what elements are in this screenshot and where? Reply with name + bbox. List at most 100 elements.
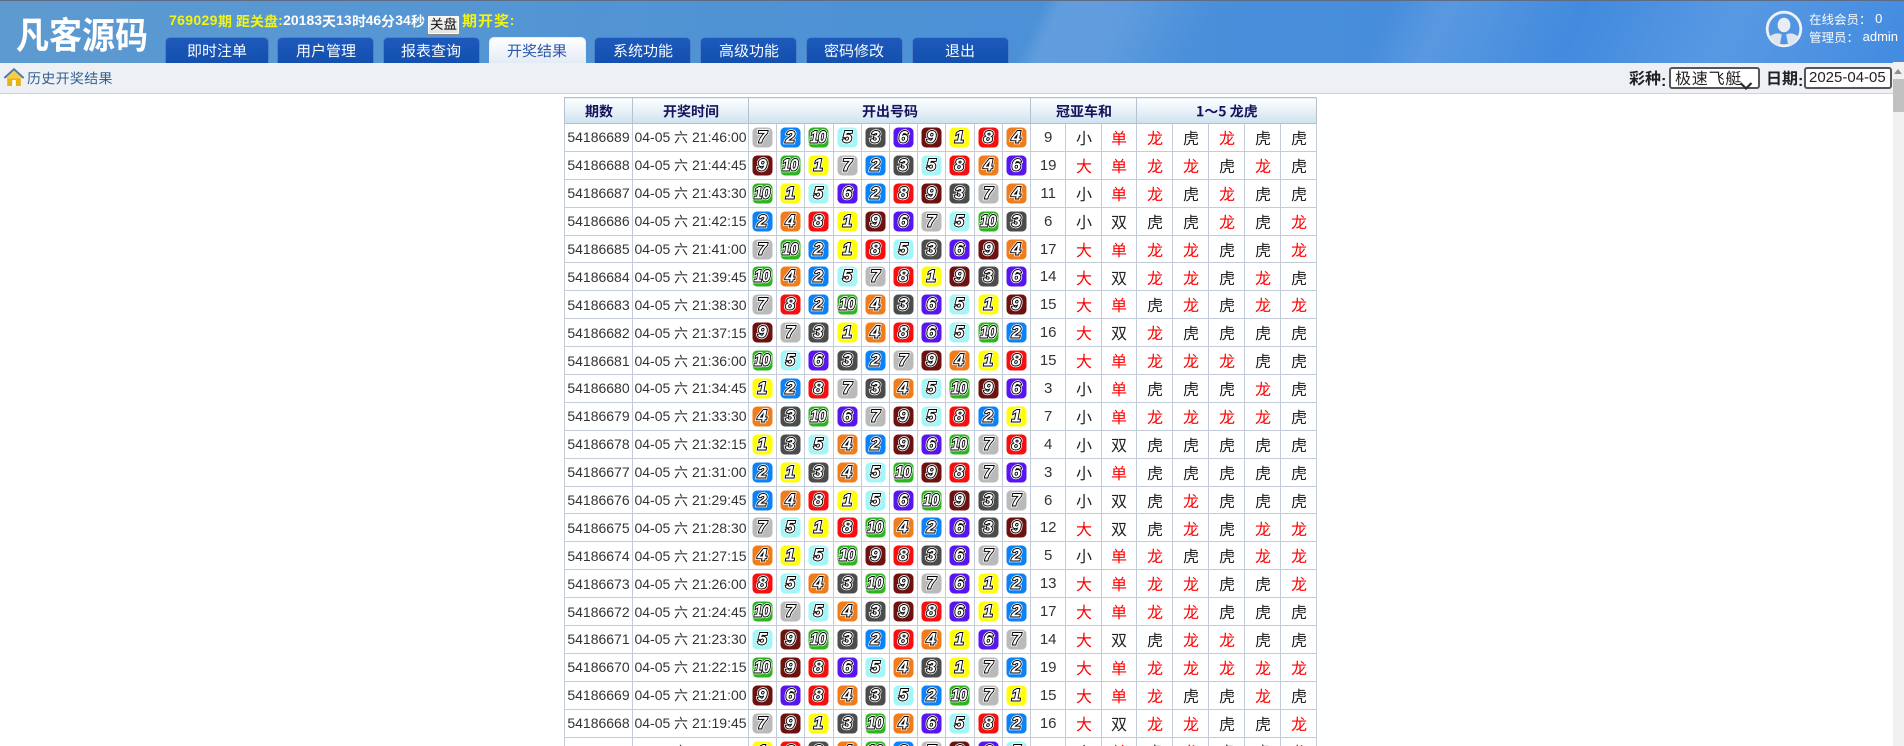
svg-text:6: 6 — [955, 546, 965, 565]
svg-text:7: 7 — [758, 518, 769, 537]
svg-text:10: 10 — [839, 546, 856, 565]
svg-text:8: 8 — [870, 239, 880, 258]
svg-text:7: 7 — [983, 434, 994, 453]
svg-text:8: 8 — [898, 267, 908, 286]
svg-text:9: 9 — [927, 462, 937, 481]
svg-text:4: 4 — [841, 462, 852, 481]
svg-text:6: 6 — [898, 128, 908, 147]
svg-text:2: 2 — [1010, 602, 1021, 621]
svg-text:8: 8 — [898, 630, 908, 649]
svg-text:9: 9 — [927, 128, 937, 147]
svg-text:9: 9 — [786, 658, 796, 677]
svg-text:1: 1 — [983, 295, 992, 314]
svg-text:1: 1 — [842, 239, 851, 258]
svg-text:6: 6 — [1011, 156, 1021, 175]
svg-text:10: 10 — [980, 211, 997, 230]
svg-text:9: 9 — [758, 323, 768, 342]
svg-text:1: 1 — [955, 658, 964, 677]
svg-text:5: 5 — [814, 434, 824, 453]
svg-text:10: 10 — [867, 741, 884, 746]
svg-text:3: 3 — [842, 351, 852, 370]
svg-text:3: 3 — [898, 156, 908, 175]
svg-text:6: 6 — [898, 211, 908, 230]
svg-text:3: 3 — [842, 630, 852, 649]
svg-text:5: 5 — [758, 630, 768, 649]
svg-text:3: 3 — [1011, 211, 1021, 230]
svg-text:4: 4 — [897, 518, 908, 537]
svg-text:3: 3 — [870, 602, 880, 621]
svg-text:10: 10 — [810, 128, 827, 147]
svg-text:4: 4 — [954, 351, 965, 370]
svg-text:4: 4 — [785, 211, 796, 230]
svg-text:2: 2 — [785, 128, 796, 147]
svg-text:2: 2 — [982, 407, 993, 426]
svg-text:8: 8 — [983, 128, 993, 147]
svg-text:9: 9 — [983, 379, 993, 398]
svg-text:10: 10 — [754, 602, 771, 621]
svg-text:9: 9 — [898, 602, 908, 621]
svg-text:7: 7 — [758, 713, 769, 732]
svg-text:7: 7 — [898, 351, 909, 370]
svg-text:2: 2 — [869, 156, 880, 175]
svg-text:10: 10 — [782, 156, 799, 175]
svg-text:7: 7 — [758, 239, 769, 258]
svg-text:9: 9 — [786, 630, 796, 649]
svg-text:7: 7 — [870, 267, 881, 286]
svg-text:5: 5 — [870, 490, 880, 509]
svg-text:7: 7 — [983, 685, 994, 704]
svg-text:10: 10 — [754, 351, 771, 370]
svg-text:9: 9 — [927, 183, 937, 202]
svg-text:10: 10 — [754, 183, 771, 202]
svg-text:6: 6 — [927, 434, 937, 453]
svg-text:5: 5 — [814, 602, 824, 621]
svg-text:7: 7 — [927, 741, 938, 746]
svg-text:2: 2 — [869, 630, 880, 649]
svg-text:1: 1 — [842, 211, 851, 230]
svg-text:4: 4 — [841, 602, 852, 621]
svg-text:1: 1 — [927, 267, 936, 286]
svg-text:2: 2 — [1010, 546, 1021, 565]
svg-text:8: 8 — [814, 685, 824, 704]
svg-text:8: 8 — [814, 490, 824, 509]
svg-text:9: 9 — [898, 407, 908, 426]
svg-text:2: 2 — [1010, 713, 1021, 732]
svg-text:3: 3 — [955, 183, 965, 202]
svg-text:9: 9 — [898, 434, 908, 453]
svg-text:3: 3 — [842, 574, 852, 593]
svg-text:9: 9 — [758, 156, 768, 175]
svg-text:4: 4 — [757, 546, 768, 565]
svg-text:5: 5 — [955, 295, 965, 314]
svg-text:4: 4 — [841, 741, 852, 746]
svg-text:7: 7 — [983, 462, 994, 481]
svg-text:10: 10 — [867, 518, 884, 537]
svg-text:1: 1 — [814, 518, 823, 537]
svg-text:5: 5 — [786, 574, 796, 593]
svg-text:2: 2 — [869, 351, 880, 370]
svg-text:5: 5 — [842, 267, 852, 286]
svg-text:7: 7 — [786, 602, 797, 621]
svg-text:10: 10 — [782, 239, 799, 258]
svg-text:5: 5 — [842, 128, 852, 147]
svg-text:7: 7 — [983, 546, 994, 565]
svg-text:7: 7 — [842, 156, 853, 175]
svg-text:3: 3 — [814, 323, 824, 342]
svg-text:7: 7 — [927, 574, 938, 593]
svg-text:8: 8 — [927, 602, 937, 621]
svg-text:6: 6 — [1011, 462, 1021, 481]
svg-text:2: 2 — [813, 295, 824, 314]
svg-text:2: 2 — [1010, 574, 1021, 593]
svg-text:3: 3 — [927, 239, 937, 258]
svg-text:5: 5 — [870, 462, 880, 481]
svg-text:2: 2 — [926, 685, 937, 704]
svg-text:2: 2 — [813, 239, 824, 258]
svg-text:5: 5 — [898, 685, 908, 704]
svg-text:8: 8 — [1011, 434, 1021, 453]
svg-text:6: 6 — [927, 295, 937, 314]
svg-text:3: 3 — [842, 713, 852, 732]
svg-text:4: 4 — [1010, 183, 1021, 202]
svg-text:1: 1 — [842, 323, 851, 342]
svg-text:4: 4 — [1010, 239, 1021, 258]
svg-text:6: 6 — [955, 574, 965, 593]
svg-text:5: 5 — [786, 351, 796, 370]
svg-text:6: 6 — [955, 602, 965, 621]
